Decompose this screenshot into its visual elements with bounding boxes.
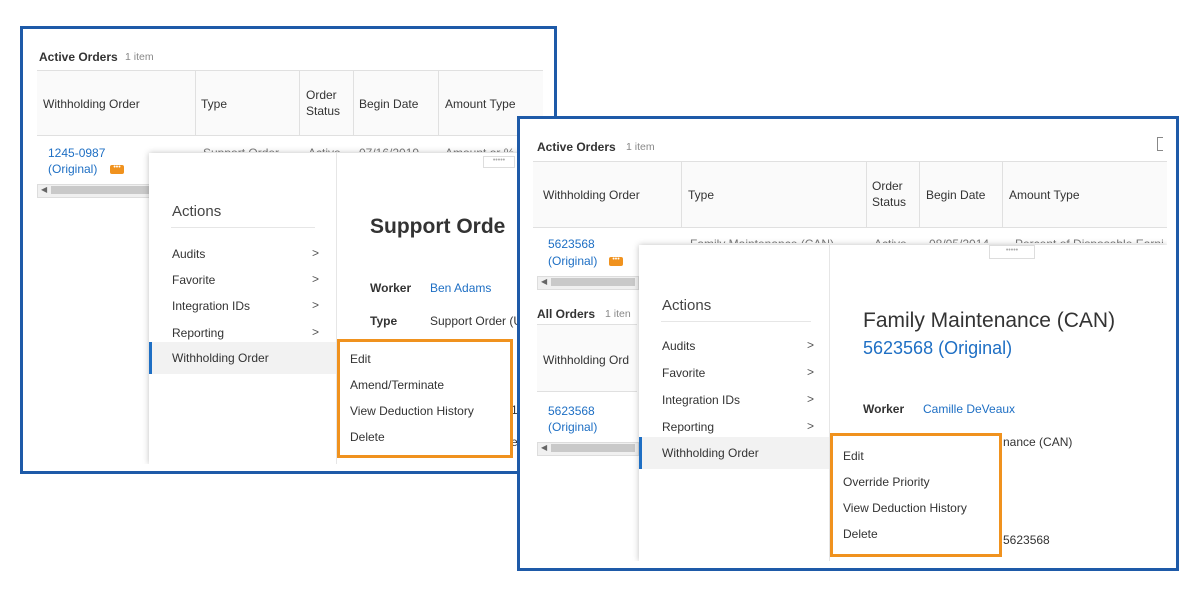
col-status[interactable]: Status	[306, 104, 340, 118]
col-withholding-order[interactable]: Withholding Order	[543, 188, 640, 202]
col-withholding-order[interactable]: Withholding Order	[43, 97, 140, 111]
related-actions-icon[interactable]: •••	[110, 164, 124, 174]
all-orders-count: 1 iten	[605, 308, 631, 320]
action-reporting[interactable]: Reporting	[172, 326, 224, 340]
popup-drag-handle[interactable]: •••••	[989, 245, 1035, 259]
action-withholding-order[interactable]: Withholding Order	[172, 351, 269, 365]
right-screenshot: Active Orders 1 item Withholding Order T…	[517, 116, 1179, 571]
row-status: Active	[874, 237, 907, 243]
order-tag-link[interactable]: (Original)	[48, 162, 97, 176]
col-amount-type[interactable]: Amount Type	[445, 97, 516, 111]
worker-link[interactable]: Camille DeVeaux	[923, 402, 1015, 416]
scroll-left-arrow-icon[interactable]: ◀	[541, 443, 547, 452]
scroll-left-arrow-icon[interactable]: ◀	[541, 277, 547, 286]
col-begin-date[interactable]: Begin Date	[359, 97, 418, 111]
worker-label: Worker	[370, 281, 412, 295]
row-amount: Amount or %	[445, 146, 514, 152]
all-order-id-link[interactable]: 5623568	[548, 404, 595, 418]
action-favorite[interactable]: Favorite	[172, 273, 215, 287]
related-actions-popup: ••••• Actions Audits > Favorite > Integr…	[639, 245, 1167, 561]
type-value-fragment: nance (CAN)	[1003, 435, 1073, 449]
worker-link[interactable]: Ben Adams	[430, 281, 491, 295]
row-begin: 08/05/2014	[929, 237, 989, 243]
row-begin: 07/16/2019	[359, 146, 419, 152]
related-actions-icon[interactable]: •••	[609, 256, 623, 266]
submenu-delete[interactable]: Delete	[843, 527, 878, 541]
right-screen: Active Orders 1 item Withholding Order T…	[533, 131, 1167, 561]
col-amount-type[interactable]: Amount Type	[1009, 188, 1080, 202]
table-options-icon[interactable]	[1157, 137, 1163, 151]
row-amount: Percent of Disposable Earni	[1015, 237, 1164, 243]
scroll-left-arrow-icon[interactable]: ◀	[41, 185, 47, 194]
type-label: Type	[370, 314, 398, 328]
withholding-submenu: Edit Override Priority View Deduction Hi…	[830, 433, 1002, 557]
order-id-link[interactable]: 1245-0987	[48, 146, 105, 160]
detail-title: Family Maintenance (CAN)	[863, 309, 1116, 332]
chevron-right-icon: >	[807, 338, 815, 352]
actions-title: Actions	[662, 297, 712, 314]
col-begin-date[interactable]: Begin Date	[926, 188, 985, 202]
order-tag-link[interactable]: (Original)	[548, 254, 597, 268]
chevron-right-icon: >	[807, 392, 815, 406]
detail-subtitle-link[interactable]: 5623568 (Original)	[863, 338, 1012, 359]
worker-label: Worker	[863, 402, 905, 416]
action-integration-ids[interactable]: Integration IDs	[172, 299, 250, 313]
scroll-thumb[interactable]	[551, 278, 635, 286]
all-order-tag-link[interactable]: (Original)	[548, 420, 597, 434]
action-favorite[interactable]: Favorite	[662, 366, 705, 380]
all-orders-title: All Orders	[537, 307, 596, 321]
withholding-submenu: Edit Amend/Terminate View Deduction Hist…	[337, 339, 513, 458]
active-orders-count: 1 item	[626, 141, 655, 153]
submenu-edit[interactable]: Edit	[350, 352, 371, 366]
row-status: Active	[308, 146, 341, 152]
col-status[interactable]: Status	[872, 195, 906, 209]
submenu-override-priority[interactable]: Override Priority	[843, 475, 930, 489]
chevron-right-icon: >	[312, 272, 320, 286]
action-integration-ids[interactable]: Integration IDs	[662, 393, 740, 407]
chevron-right-icon: >	[312, 298, 320, 312]
action-reporting[interactable]: Reporting	[662, 420, 714, 434]
submenu-view-deduction-history[interactable]: View Deduction History	[843, 501, 967, 515]
detail-title: Support Orde	[370, 215, 506, 238]
order-id-link[interactable]: 5623568	[548, 237, 595, 251]
col-type[interactable]: Type	[688, 188, 714, 202]
col-order[interactable]: Order	[306, 88, 337, 102]
type-value: Support Order (U	[430, 314, 523, 328]
chevron-right-icon: >	[807, 365, 815, 379]
chevron-right-icon: >	[807, 419, 815, 433]
scroll-thumb[interactable]	[551, 444, 635, 452]
scroll-thumb[interactable]	[51, 186, 149, 194]
active-orders-count: 1 item	[125, 51, 154, 63]
col-type[interactable]: Type	[201, 97, 227, 111]
popup-drag-handle[interactable]: •••••	[483, 156, 515, 168]
action-audits[interactable]: Audits	[662, 339, 695, 353]
chevron-right-icon: >	[312, 246, 320, 260]
all-col-withholding-order[interactable]: Withholding Ord	[543, 353, 629, 367]
col-order[interactable]: Order	[872, 179, 903, 193]
action-audits[interactable]: Audits	[172, 247, 205, 261]
active-orders-title: Active Orders	[39, 50, 118, 64]
row-type: Family Maintenance (CAN)	[690, 237, 834, 243]
submenu-view-deduction-history[interactable]: View Deduction History	[350, 404, 474, 418]
id-value-fragment: 5623568	[1003, 533, 1050, 547]
submenu-amend-terminate[interactable]: Amend/Terminate	[350, 378, 444, 392]
left-screenshot: Active Orders 1 item Withholding Order T…	[20, 26, 557, 474]
row-type: Support Order	[203, 146, 279, 152]
related-actions-popup: ••••• Actions Audits > Favorite > Integr…	[149, 153, 543, 464]
active-orders-title: Active Orders	[537, 140, 616, 154]
submenu-edit[interactable]: Edit	[843, 449, 864, 463]
left-screen: Active Orders 1 item Withholding Order T…	[37, 40, 543, 464]
actions-title: Actions	[172, 203, 222, 220]
submenu-delete[interactable]: Delete	[350, 430, 385, 444]
chevron-right-icon: >	[312, 325, 320, 339]
action-withholding-order[interactable]: Withholding Order	[662, 446, 759, 460]
